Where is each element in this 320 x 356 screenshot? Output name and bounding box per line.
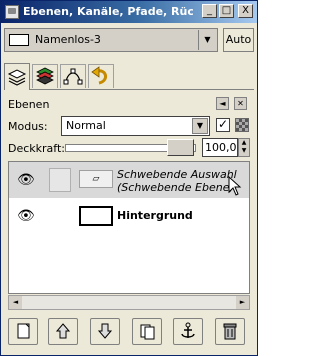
layer-row-floating-selection[interactable]: 👁 ▱ Schwebende Auswahl (Schwebende Ebene…	[9, 162, 249, 198]
layer-list[interactable]: 👁 ▱ Schwebende Auswahl (Schwebende Ebene…	[8, 161, 250, 294]
auto-button[interactable]: Auto	[223, 28, 254, 52]
maximize-button[interactable]: □	[219, 4, 234, 18]
eye-icon[interactable]: 👁	[17, 173, 35, 187]
channels-tab-icon	[36, 67, 54, 85]
duplicate-layer-icon	[140, 324, 155, 340]
image-thumbnail	[9, 34, 29, 46]
delete-layer-icon	[223, 323, 237, 340]
anchor-layer-icon	[181, 322, 195, 338]
mode-label: Modus:	[8, 120, 48, 133]
new-layer-button[interactable]	[8, 318, 38, 345]
opacity-slider-handle[interactable]	[167, 139, 194, 156]
undo-history-tab-icon	[91, 66, 107, 85]
close-button[interactable]: X	[238, 4, 253, 18]
mode-dropdown[interactable]: Normal ▼	[61, 116, 210, 136]
keep-transparency-checkbox[interactable]: ✓	[216, 118, 230, 132]
dock-tabs	[4, 63, 254, 90]
image-name: Namenlos-3	[35, 33, 101, 46]
scroll-right-arrow-icon[interactable]: ►	[236, 296, 249, 309]
anchor-layer-button[interactable]	[173, 318, 203, 345]
chevron-down-icon[interactable]: ▼	[192, 118, 208, 134]
layer-subname: (Schwebende Ebene)	[117, 181, 234, 194]
lower-layer-button[interactable]	[90, 318, 120, 345]
opacity-label: Deckkraft:	[8, 142, 65, 155]
eye-icon[interactable]: 👁	[17, 209, 35, 223]
layer-name: Hintergrund	[117, 209, 193, 222]
paths-tab-icon	[63, 68, 83, 85]
chain-link-toggle[interactable]	[49, 168, 71, 192]
mode-value: Normal	[66, 119, 106, 132]
tab-layers[interactable]	[4, 63, 30, 90]
transparency-lock-icon	[235, 118, 249, 132]
panel-title: Ebenen	[8, 98, 50, 111]
delete-layer-button[interactable]	[215, 318, 245, 345]
layer-name: Schwebende Auswahl	[117, 168, 237, 181]
tab-undo-history[interactable]	[88, 64, 114, 88]
panel-menu-button[interactable]: ◄	[216, 97, 229, 110]
image-selector[interactable]: Namenlos-3 ▼	[4, 28, 218, 52]
minimize-button[interactable]: _	[202, 4, 217, 18]
scroll-left-arrow-icon[interactable]: ◄	[9, 296, 22, 309]
panel-close-button[interactable]: ✕	[234, 97, 247, 110]
horizontal-scrollbar[interactable]: ◄ ►	[8, 295, 250, 310]
opacity-input[interactable]: 100,0	[202, 138, 238, 157]
window-title: Ebenen, Kanäle, Pfade, Rückg...	[23, 5, 193, 18]
chevron-down-icon[interactable]: ▼	[198, 30, 216, 50]
layers-tab-icon	[7, 69, 27, 86]
tab-channels[interactable]	[32, 64, 58, 88]
layer-row-background[interactable]: 👁 Hintergrund	[9, 198, 249, 234]
raise-layer-icon	[55, 323, 71, 339]
raise-layer-button[interactable]	[48, 318, 78, 345]
new-layer-icon	[17, 323, 30, 339]
duplicate-layer-button[interactable]	[132, 318, 162, 345]
tab-paths[interactable]	[60, 64, 86, 88]
floating-selection-thumbnail: ▱	[79, 170, 113, 188]
gimp-app-icon	[5, 5, 19, 19]
layers-dialog-window: Ebenen, Kanäle, Pfade, Rückg... _ □ X Na…	[0, 0, 258, 356]
title-bar[interactable]: Ebenen, Kanäle, Pfade, Rückg... _ □ X	[1, 1, 257, 23]
opacity-spinner[interactable]: ▲ ▼	[238, 138, 250, 157]
background-layer-thumbnail	[79, 206, 113, 226]
lower-layer-icon	[97, 323, 113, 339]
mouse-cursor-icon	[228, 176, 242, 196]
